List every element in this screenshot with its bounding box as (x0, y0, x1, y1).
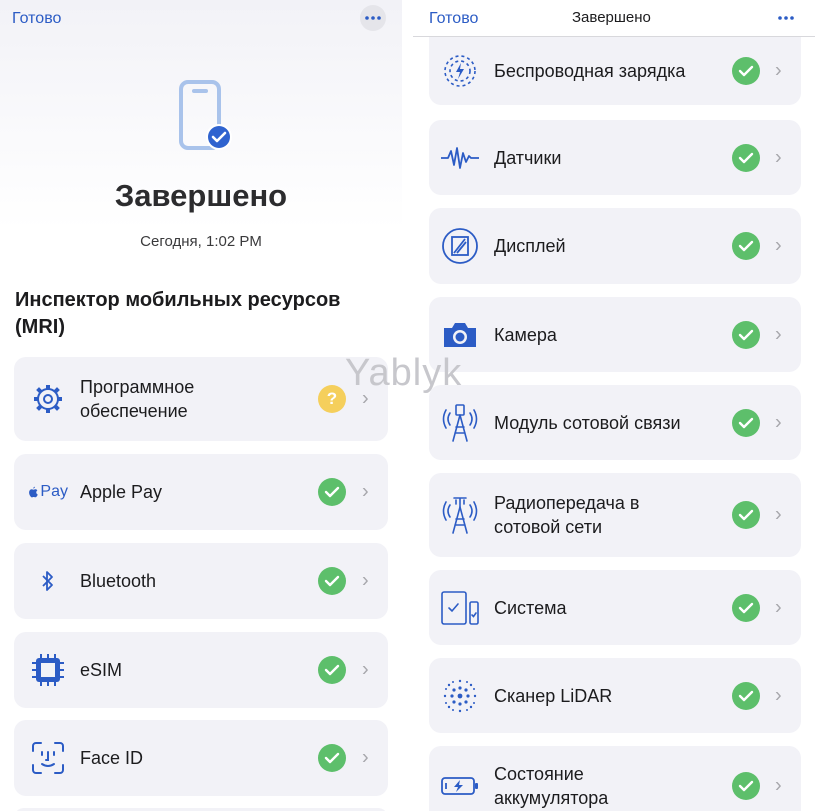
checkmark-icon (732, 232, 760, 260)
list-item-apple-pay[interactable]: Pay Apple Pay › (14, 454, 388, 530)
nav-title: Завершено (572, 9, 651, 26)
camera-icon (439, 314, 481, 356)
wireless-charging-icon (439, 50, 481, 92)
page-title: Завершено (114, 178, 288, 213)
chevron-right-icon: › (362, 569, 369, 592)
battery-charging-icon (439, 765, 481, 807)
checkmark-icon (732, 681, 760, 710)
warning-badge: ? (318, 385, 346, 413)
list-item-label: Радиопередача в сотовой сети (494, 493, 640, 537)
done-button[interactable]: Готово (429, 10, 478, 28)
list-item-software[interactable]: Программное обеспечение ? › (14, 357, 388, 441)
list-item-face-id[interactable]: Face ID › (14, 720, 388, 796)
done-button[interactable]: Готово (12, 10, 61, 28)
ellipsis-icon (778, 16, 794, 20)
list-item-lidar[interactable]: Сканер LiDAR › (429, 658, 801, 733)
checkmark-icon (318, 567, 346, 595)
list-item-cellular-radio[interactable]: Радиопередача в сотовой сети › (429, 473, 801, 557)
list-item-label: Система (494, 597, 567, 618)
phone-check-icon (179, 80, 232, 150)
checkmark-icon (732, 501, 760, 529)
chevron-right-icon: › (775, 234, 782, 257)
list-item-label: Датчики (494, 147, 562, 168)
list-item-system[interactable]: Система › (429, 570, 801, 645)
chevron-right-icon: › (362, 480, 369, 503)
chevron-right-icon: › (775, 596, 782, 618)
checkmark-icon (732, 320, 760, 349)
more-button[interactable] (360, 5, 386, 31)
chevron-right-icon: › (775, 59, 782, 82)
list-item-camera[interactable]: Камера › (429, 297, 801, 372)
checkmark-icon (732, 772, 760, 800)
apple-pay-logo-text: Pay (40, 483, 68, 500)
list-item-esim[interactable]: eSIM › (14, 632, 388, 708)
list-item-label: Bluetooth (80, 571, 157, 591)
list-item-battery[interactable]: Состояние аккумулятора › (429, 746, 801, 811)
chevron-right-icon: › (775, 411, 782, 433)
chevron-right-icon: › (775, 146, 782, 168)
chevron-right-icon: › (775, 323, 782, 345)
section-title: Инспектор мобильных ресурсов (MRI) (15, 289, 341, 338)
checkmark-icon (732, 593, 760, 622)
face-id-icon (28, 738, 68, 778)
lidar-dots-icon (439, 675, 481, 717)
checkmark-icon (318, 656, 346, 684)
chevron-right-icon: › (775, 684, 782, 706)
apple-pay-icon: Pay (28, 472, 68, 512)
timestamp: Сегодня, 1:02 PM (140, 233, 262, 250)
more-button[interactable] (773, 5, 799, 31)
checkmark-icon (732, 143, 760, 172)
list-item-wireless-charging[interactable]: Беспроводная зарядка › (429, 37, 801, 105)
checkmark-icon (732, 57, 760, 85)
checkmark-icon (318, 744, 346, 772)
ellipsis-icon (365, 16, 381, 20)
list-item-label: Состояние аккумулятора (494, 764, 609, 808)
checkmark-icon (318, 478, 346, 506)
watermark: Yablyk (345, 352, 463, 394)
chevron-right-icon: › (775, 503, 782, 526)
list-item-label: Сканер LiDAR (494, 685, 613, 706)
list-item-label: Программное обеспечение (80, 377, 195, 421)
list-item-label: Face ID (80, 748, 144, 768)
list-item-cellular-module[interactable]: Модуль сотовой связи › (429, 385, 801, 460)
cell-tower-icon (439, 402, 481, 444)
checkmark-icon (732, 408, 760, 437)
chevron-right-icon: › (775, 774, 782, 797)
screen-divider (402, 0, 413, 811)
list-item-sensors[interactable]: Датчики › (429, 120, 801, 195)
list-item-label: eSIM (80, 660, 123, 680)
antenna-icon (439, 494, 481, 536)
left-screen: Готово Завершено Сегодня, 1:02 PM Инспек… (0, 0, 402, 811)
list-item-display[interactable]: Дисплей › (429, 208, 801, 284)
waveform-icon (439, 137, 481, 179)
right-screen: Готово Завершено Беспроводная зарядка › … (413, 0, 815, 811)
sim-chip-icon (28, 650, 68, 690)
list-item-label: Модуль сотовой связи (494, 412, 681, 433)
list-item-label: Беспроводная зарядка (494, 61, 686, 81)
list-item-label: Камера (494, 324, 557, 345)
list-item-label: Apple Pay (80, 482, 163, 502)
chevron-right-icon: › (362, 746, 369, 769)
gear-icon (28, 379, 68, 419)
display-icon (439, 225, 481, 267)
bluetooth-icon (28, 561, 68, 601)
devices-icon (439, 587, 481, 629)
list-item-bluetooth[interactable]: Bluetooth › (14, 543, 388, 619)
chevron-right-icon: › (362, 658, 369, 681)
list-item-label: Дисплей (494, 236, 566, 256)
